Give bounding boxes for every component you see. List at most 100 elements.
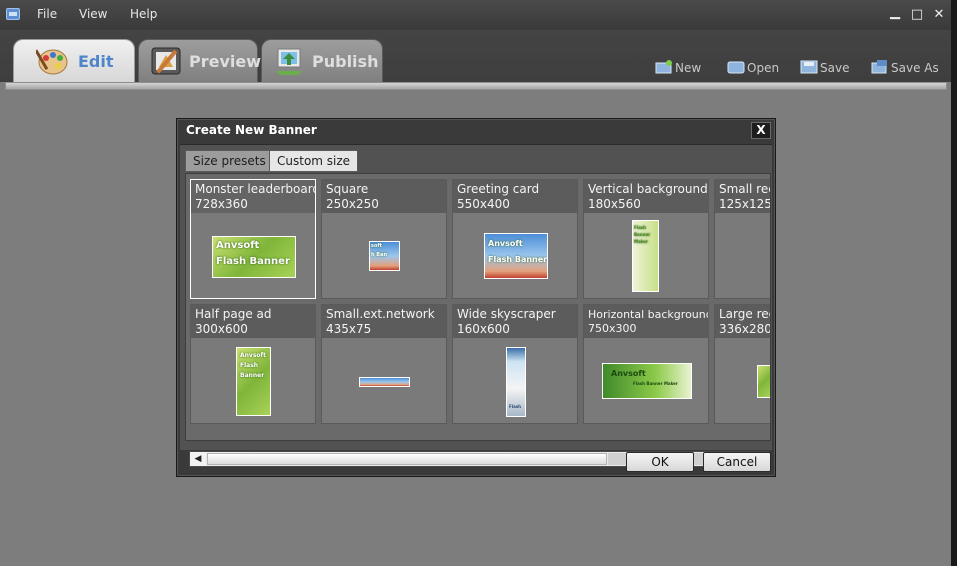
preset-header: Greeting card 550x400 bbox=[453, 180, 577, 213]
thumb-text: Anvsoft bbox=[240, 352, 266, 359]
preset-half-page-ad[interactable]: Half page ad 300x600 Anvsoft Flash Banne… bbox=[190, 304, 316, 424]
preset-thumbnail: Flash Banner Maker bbox=[632, 220, 659, 292]
maximize-icon[interactable]: □ bbox=[910, 8, 924, 22]
preset-thumbnail: soft h Ban bbox=[369, 241, 400, 271]
thumb-text: Flash bbox=[240, 362, 259, 369]
app-logo-icon bbox=[6, 8, 20, 20]
open-button[interactable]: Open bbox=[727, 60, 782, 76]
dialog-body: Size presets Custom size Monster leaderb… bbox=[180, 144, 772, 467]
preset-header: Half page ad 300x600 bbox=[191, 305, 315, 338]
preset-size: 180x560 bbox=[588, 197, 641, 211]
preset-grid: Monster leaderboard 728x360 Anvsoft Flas… bbox=[185, 173, 771, 441]
minimize-icon[interactable]: ▁ bbox=[888, 6, 902, 20]
cancel-button[interactable]: Cancel bbox=[703, 452, 771, 472]
preset-size: 250x250 bbox=[326, 197, 379, 211]
preset-small-rec[interactable]: Small rec 125x125 bbox=[714, 179, 771, 299]
open-icon bbox=[727, 61, 745, 74]
scroll-left-icon[interactable]: ◀ bbox=[190, 452, 206, 466]
open-label: Open bbox=[747, 61, 780, 75]
preset-header: Wide skyscraper 160x600 bbox=[453, 305, 577, 338]
preset-name: Small.ext.network bbox=[326, 307, 435, 321]
preset-name: Monster leaderboard bbox=[195, 182, 316, 196]
preview-icon bbox=[151, 47, 181, 75]
toolbar-divider bbox=[5, 82, 947, 90]
thumb-text: Flash Banner bbox=[488, 255, 548, 264]
save-button[interactable]: Save bbox=[800, 60, 850, 76]
preset-thumbnail bbox=[359, 377, 410, 387]
preset-thumbnail: Anvsoft Flash Banner bbox=[236, 347, 271, 416]
create-new-banner-dialog: Create New Banner X Size presets Custom … bbox=[176, 118, 776, 477]
preset-size: 728x360 bbox=[195, 197, 248, 211]
thumb-text: Maker bbox=[634, 239, 648, 244]
scrollbar-thumb[interactable] bbox=[207, 453, 607, 465]
preset-thumbnail: Anvsoft Flash Banner Maker bbox=[602, 363, 692, 399]
preset-name: Horizontal background bbox=[588, 308, 709, 321]
thumb-text: Anvsoft bbox=[611, 369, 646, 378]
tab-custom-size[interactable]: Custom size bbox=[269, 150, 359, 172]
preset-header: Large rec 336x280 bbox=[715, 305, 771, 338]
preset-thumbnail: Anvsoft Flash Banner bbox=[484, 233, 548, 279]
application-window: File View Help ▁ □ ✕ Edit Preview Publis… bbox=[0, 0, 951, 566]
menu-view[interactable]: View bbox=[79, 7, 107, 21]
tab-edit-label: Edit bbox=[78, 52, 114, 71]
preset-size: 750x300 bbox=[588, 322, 637, 335]
thumb-text: Flash Banner Maker bbox=[633, 381, 678, 386]
preset-monster-leaderboard[interactable]: Monster leaderboard 728x360 Anvsoft Flas… bbox=[190, 179, 316, 299]
preset-header: Vertical background 180x560 bbox=[584, 180, 708, 213]
menu-help[interactable]: Help bbox=[130, 7, 157, 21]
tab-preview-label: Preview bbox=[189, 52, 262, 71]
thumb-text: Banner bbox=[634, 232, 651, 237]
preset-name: Square bbox=[326, 182, 369, 196]
preset-name: Greeting card bbox=[457, 182, 540, 196]
preset-small-ext-network[interactable]: Small.ext.network 435x75 bbox=[321, 304, 447, 424]
tab-preview[interactable]: Preview bbox=[138, 39, 262, 83]
preset-header: Square 250x250 bbox=[322, 180, 446, 213]
new-icon bbox=[655, 60, 672, 74]
preset-header: Monster leaderboard 728x360 bbox=[191, 180, 315, 213]
thumb-text: soft bbox=[371, 243, 382, 249]
preset-size: 300x600 bbox=[195, 322, 248, 336]
preset-thumbnail: Flash bbox=[506, 347, 526, 417]
menu-bar: File View Help ▁ □ ✕ bbox=[0, 0, 951, 30]
preset-header: Small.ext.network 435x75 bbox=[322, 305, 446, 338]
save-icon bbox=[800, 60, 818, 74]
dialog-title: Create New Banner bbox=[186, 123, 317, 137]
save-as-button[interactable]: Save As bbox=[871, 60, 941, 76]
thumb-text: h Ban bbox=[371, 252, 388, 258]
preset-horizontal-background[interactable]: Horizontal background 750x300 Anvsoft Fl… bbox=[583, 304, 709, 424]
thumb-text: Flash Banner bbox=[216, 256, 290, 267]
preset-size: 125x125 bbox=[719, 197, 771, 211]
ok-button[interactable]: OK bbox=[626, 452, 694, 472]
tab-size-presets[interactable]: Size presets bbox=[185, 150, 274, 172]
preset-name: Vertical background bbox=[588, 182, 708, 196]
menu-file[interactable]: File bbox=[37, 7, 57, 21]
preset-square[interactable]: Square 250x250 soft h Ban bbox=[321, 179, 447, 299]
preset-wide-skyscraper[interactable]: Wide skyscraper 160x600 Flash bbox=[452, 304, 578, 424]
palette-icon bbox=[36, 49, 68, 75]
preset-greeting-card[interactable]: Greeting card 550x400 Anvsoft Flash Bann… bbox=[452, 179, 578, 299]
main-toolbar: Edit Preview Publish New Open Save Save … bbox=[0, 30, 951, 84]
tab-publish-label: Publish bbox=[312, 52, 379, 71]
preset-header: Horizontal background 750x300 bbox=[584, 305, 708, 338]
preset-thumbnail bbox=[757, 365, 770, 398]
new-label: New bbox=[675, 61, 702, 75]
preset-vertical-background[interactable]: Vertical background 180x560 Flash Banner… bbox=[583, 179, 709, 299]
save-label: Save bbox=[820, 61, 850, 75]
publish-icon bbox=[276, 48, 302, 75]
save-as-icon bbox=[871, 60, 887, 74]
preset-name: Wide skyscraper bbox=[457, 307, 556, 321]
tab-publish[interactable]: Publish bbox=[261, 39, 383, 83]
tab-edit[interactable]: Edit bbox=[13, 39, 135, 84]
preset-name: Large rec bbox=[719, 307, 771, 321]
preset-large-rec[interactable]: Large rec 336x280 bbox=[714, 304, 771, 424]
thumb-text: Flash bbox=[634, 225, 647, 230]
dialog-close-button[interactable]: X bbox=[751, 122, 771, 139]
preset-name: Half page ad bbox=[195, 307, 272, 321]
thumb-text: Flash bbox=[509, 404, 522, 409]
thumb-text: Anvsoft bbox=[488, 239, 523, 248]
window-edge bbox=[951, 0, 957, 566]
preset-size: 336x280 bbox=[719, 322, 771, 336]
preset-size: 550x400 bbox=[457, 197, 510, 211]
close-window-icon[interactable]: ✕ bbox=[932, 8, 946, 22]
new-button[interactable]: New bbox=[655, 60, 705, 76]
